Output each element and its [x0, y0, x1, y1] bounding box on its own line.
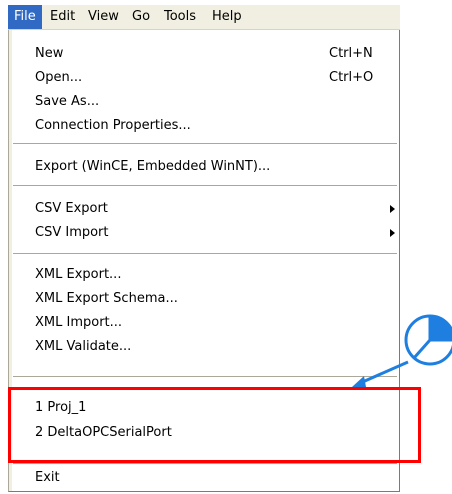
menu-edit[interactable]: Edit	[44, 5, 81, 29]
menu-item-label: XML Export Schema...	[35, 291, 178, 306]
menu-item-shortcut: Ctrl+O	[329, 70, 374, 85]
menu-bar: File Edit View Go Tools Help	[8, 5, 400, 30]
menu-item-label: Connection Properties...	[35, 118, 191, 133]
menu-tools[interactable]: Tools	[158, 5, 202, 29]
menu-item-csv-import[interactable]: CSV Import	[12, 221, 395, 245]
menu-item-new[interactable]: New Ctrl+N	[12, 42, 392, 66]
menu-separator	[13, 376, 397, 377]
menu-item-label: Open...	[35, 70, 83, 85]
menu-item-label: CSV Export	[35, 201, 108, 216]
menu-item-label: CSV Import	[35, 225, 109, 240]
menu-item-label: New	[35, 46, 64, 61]
menu-item-save-as[interactable]: Save As...	[12, 90, 392, 114]
menu-separator	[13, 253, 397, 254]
menu-item-xml-export-schema[interactable]: XML Export Schema...	[12, 287, 392, 311]
menu-item-label: Export (WinCE, Embedded WinNT)...	[35, 159, 271, 174]
submenu-arrow-icon	[390, 229, 395, 237]
menu-item-export-wince[interactable]: Export (WinCE, Embedded WinNT)...	[12, 155, 392, 179]
submenu-arrow-icon	[390, 205, 395, 213]
menu-help[interactable]: Help	[206, 5, 248, 29]
menu-item-xml-validate[interactable]: XML Validate...	[12, 335, 392, 359]
menu-item-label: Exit	[35, 470, 60, 485]
menu-separator	[13, 143, 397, 144]
menu-item-label: XML Import...	[35, 315, 123, 330]
menu-item-open[interactable]: Open... Ctrl+O	[12, 66, 392, 90]
menu-item-xml-export[interactable]: XML Export...	[12, 263, 392, 287]
menu-item-exit[interactable]: Exit	[12, 466, 392, 490]
menu-separator	[13, 463, 397, 464]
menu-item-label: XML Export...	[35, 267, 122, 282]
menu-view[interactable]: View	[82, 5, 125, 29]
menu-go[interactable]: Go	[126, 5, 156, 29]
menu-file[interactable]: File	[8, 5, 42, 29]
menu-item-label: Save As...	[35, 94, 100, 109]
menu-item-shortcut: Ctrl+N	[329, 46, 373, 61]
menu-item-label: XML Validate...	[35, 339, 132, 354]
menu-item-xml-import[interactable]: XML Import...	[12, 311, 392, 335]
menu-separator	[13, 185, 397, 186]
clock-icon	[352, 314, 452, 387]
menu-item-csv-export[interactable]: CSV Export	[12, 197, 395, 221]
menu-item-connection-properties[interactable]: Connection Properties...	[12, 114, 392, 138]
